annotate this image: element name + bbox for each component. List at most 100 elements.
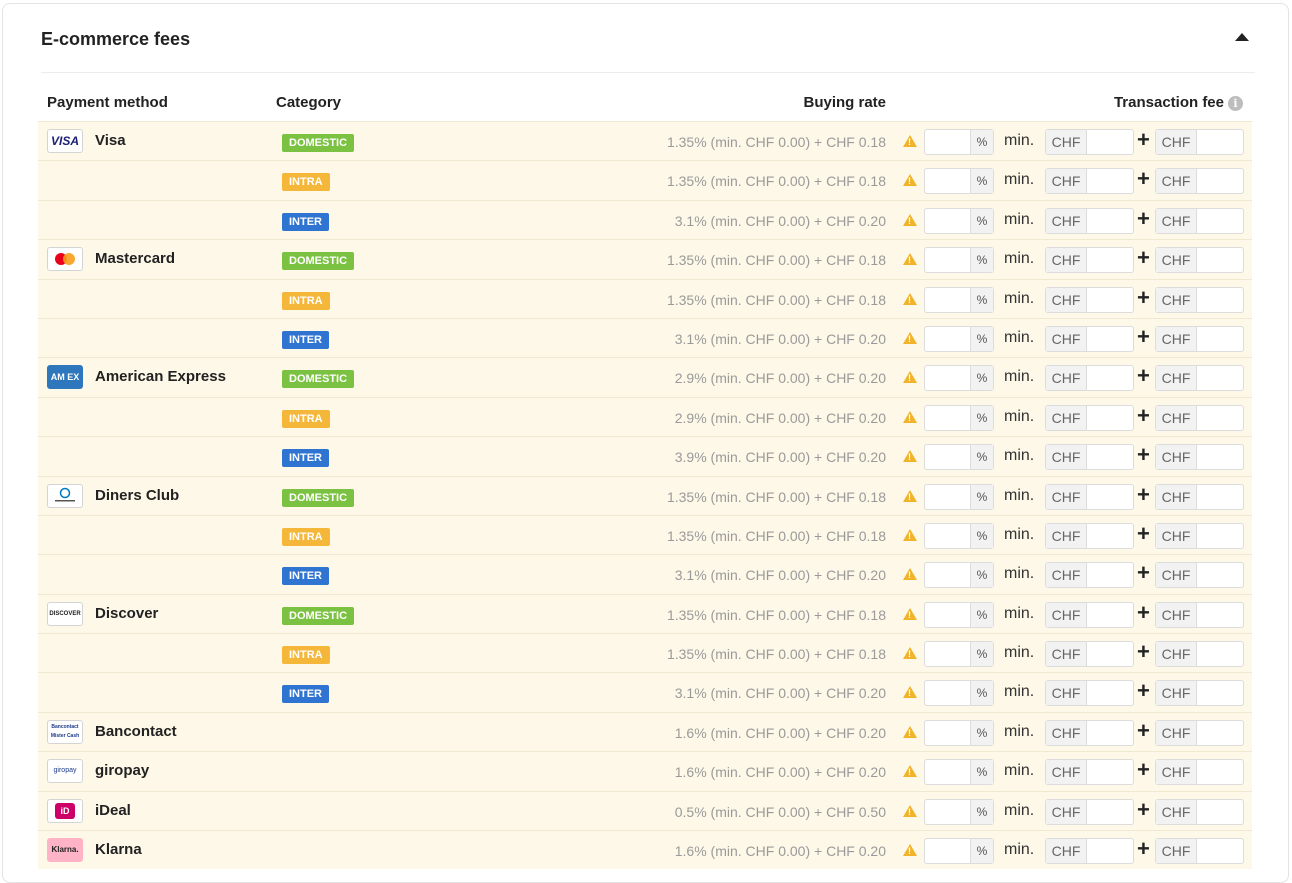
percent-field[interactable] bbox=[925, 248, 971, 272]
min-fee-field[interactable] bbox=[1085, 366, 1133, 390]
min-fee-input[interactable]: CHF bbox=[1045, 838, 1134, 865]
fixed-fee-field[interactable] bbox=[1195, 524, 1243, 548]
fixed-fee-field[interactable] bbox=[1195, 130, 1243, 154]
percent-input[interactable]: % bbox=[924, 680, 994, 707]
fixed-fee-field[interactable] bbox=[1195, 721, 1243, 745]
min-fee-field[interactable] bbox=[1085, 563, 1133, 587]
percent-input[interactable]: % bbox=[924, 562, 994, 589]
min-fee-input[interactable]: CHF bbox=[1045, 404, 1134, 431]
percent-input[interactable]: % bbox=[924, 207, 994, 234]
fixed-fee-input[interactable]: CHF bbox=[1155, 798, 1244, 825]
fixed-fee-input[interactable]: CHF bbox=[1155, 562, 1244, 589]
min-fee-field[interactable] bbox=[1085, 760, 1133, 784]
collapse-icon[interactable] bbox=[1235, 33, 1249, 41]
percent-input[interactable]: % bbox=[924, 365, 994, 392]
percent-field[interactable] bbox=[925, 721, 971, 745]
percent-input[interactable]: % bbox=[924, 286, 994, 313]
min-fee-input[interactable]: CHF bbox=[1045, 601, 1134, 628]
fixed-fee-input[interactable]: CHF bbox=[1155, 522, 1244, 549]
min-fee-input[interactable]: CHF bbox=[1045, 286, 1134, 313]
percent-field[interactable] bbox=[925, 209, 971, 233]
percent-field[interactable] bbox=[925, 130, 971, 154]
fixed-fee-field[interactable] bbox=[1195, 603, 1243, 627]
fixed-fee-input[interactable]: CHF bbox=[1155, 641, 1244, 668]
min-fee-input[interactable]: CHF bbox=[1045, 483, 1134, 510]
fixed-fee-input[interactable]: CHF bbox=[1155, 286, 1244, 313]
fixed-fee-field[interactable] bbox=[1195, 563, 1243, 587]
min-fee-input[interactable]: CHF bbox=[1045, 680, 1134, 707]
min-fee-input[interactable]: CHF bbox=[1045, 798, 1134, 825]
min-fee-input[interactable]: CHF bbox=[1045, 641, 1134, 668]
percent-input[interactable]: % bbox=[924, 404, 994, 431]
fixed-fee-input[interactable]: CHF bbox=[1155, 404, 1244, 431]
min-fee-field[interactable] bbox=[1085, 681, 1133, 705]
info-icon[interactable]: i bbox=[1228, 96, 1243, 111]
fixed-fee-input[interactable]: CHF bbox=[1155, 365, 1244, 392]
percent-input[interactable]: % bbox=[924, 522, 994, 549]
min-fee-input[interactable]: CHF bbox=[1045, 759, 1134, 786]
min-fee-input[interactable]: CHF bbox=[1045, 207, 1134, 234]
fixed-fee-input[interactable]: CHF bbox=[1155, 207, 1244, 234]
fixed-fee-field[interactable] bbox=[1195, 800, 1243, 824]
min-fee-field[interactable] bbox=[1085, 445, 1133, 469]
fixed-fee-field[interactable] bbox=[1195, 445, 1243, 469]
min-fee-input[interactable]: CHF bbox=[1045, 325, 1134, 352]
fixed-fee-input[interactable]: CHF bbox=[1155, 325, 1244, 352]
percent-input[interactable]: % bbox=[924, 601, 994, 628]
min-fee-field[interactable] bbox=[1085, 169, 1133, 193]
percent-field[interactable] bbox=[925, 681, 971, 705]
percent-input[interactable]: % bbox=[924, 483, 994, 510]
percent-field[interactable] bbox=[925, 603, 971, 627]
min-fee-field[interactable] bbox=[1085, 721, 1133, 745]
percent-field[interactable] bbox=[925, 524, 971, 548]
fixed-fee-field[interactable] bbox=[1195, 642, 1243, 666]
fixed-fee-input[interactable]: CHF bbox=[1155, 247, 1244, 274]
percent-field[interactable] bbox=[925, 288, 971, 312]
fixed-fee-field[interactable] bbox=[1195, 248, 1243, 272]
min-fee-input[interactable]: CHF bbox=[1045, 719, 1134, 746]
percent-input[interactable]: % bbox=[924, 325, 994, 352]
percent-input[interactable]: % bbox=[924, 719, 994, 746]
percent-field[interactable] bbox=[925, 485, 971, 509]
min-fee-field[interactable] bbox=[1085, 524, 1133, 548]
min-fee-input[interactable]: CHF bbox=[1045, 247, 1134, 274]
percent-field[interactable] bbox=[925, 169, 971, 193]
percent-field[interactable] bbox=[925, 445, 971, 469]
fixed-fee-input[interactable]: CHF bbox=[1155, 680, 1244, 707]
fixed-fee-input[interactable]: CHF bbox=[1155, 719, 1244, 746]
percent-input[interactable]: % bbox=[924, 247, 994, 274]
min-fee-input[interactable]: CHF bbox=[1045, 168, 1134, 195]
fixed-fee-field[interactable] bbox=[1195, 209, 1243, 233]
fixed-fee-input[interactable]: CHF bbox=[1155, 444, 1244, 471]
percent-field[interactable] bbox=[925, 563, 971, 587]
fixed-fee-field[interactable] bbox=[1195, 406, 1243, 430]
min-fee-field[interactable] bbox=[1085, 130, 1133, 154]
min-fee-field[interactable] bbox=[1085, 485, 1133, 509]
percent-input[interactable]: % bbox=[924, 129, 994, 155]
min-fee-field[interactable] bbox=[1085, 406, 1133, 430]
fixed-fee-input[interactable]: CHF bbox=[1155, 483, 1244, 510]
percent-input[interactable]: % bbox=[924, 838, 994, 865]
fixed-fee-input[interactable]: CHF bbox=[1155, 168, 1244, 195]
fixed-fee-field[interactable] bbox=[1195, 169, 1243, 193]
min-fee-input[interactable]: CHF bbox=[1045, 365, 1134, 392]
fixed-fee-field[interactable] bbox=[1195, 366, 1243, 390]
fixed-fee-field[interactable] bbox=[1195, 288, 1243, 312]
fixed-fee-field[interactable] bbox=[1195, 681, 1243, 705]
min-fee-field[interactable] bbox=[1085, 327, 1133, 351]
min-fee-input[interactable]: CHF bbox=[1045, 562, 1134, 589]
min-fee-field[interactable] bbox=[1085, 642, 1133, 666]
min-fee-input[interactable]: CHF bbox=[1045, 522, 1134, 549]
percent-field[interactable] bbox=[925, 800, 971, 824]
fixed-fee-input[interactable]: CHF bbox=[1155, 129, 1244, 155]
percent-field[interactable] bbox=[925, 366, 971, 390]
percent-field[interactable] bbox=[925, 327, 971, 351]
fixed-fee-input[interactable]: CHF bbox=[1155, 759, 1244, 786]
fixed-fee-field[interactable] bbox=[1195, 760, 1243, 784]
min-fee-input[interactable]: CHF bbox=[1045, 129, 1134, 155]
percent-input[interactable]: % bbox=[924, 641, 994, 668]
percent-field[interactable] bbox=[925, 642, 971, 666]
percent-field[interactable] bbox=[925, 839, 971, 863]
percent-input[interactable]: % bbox=[924, 444, 994, 471]
min-fee-field[interactable] bbox=[1085, 288, 1133, 312]
